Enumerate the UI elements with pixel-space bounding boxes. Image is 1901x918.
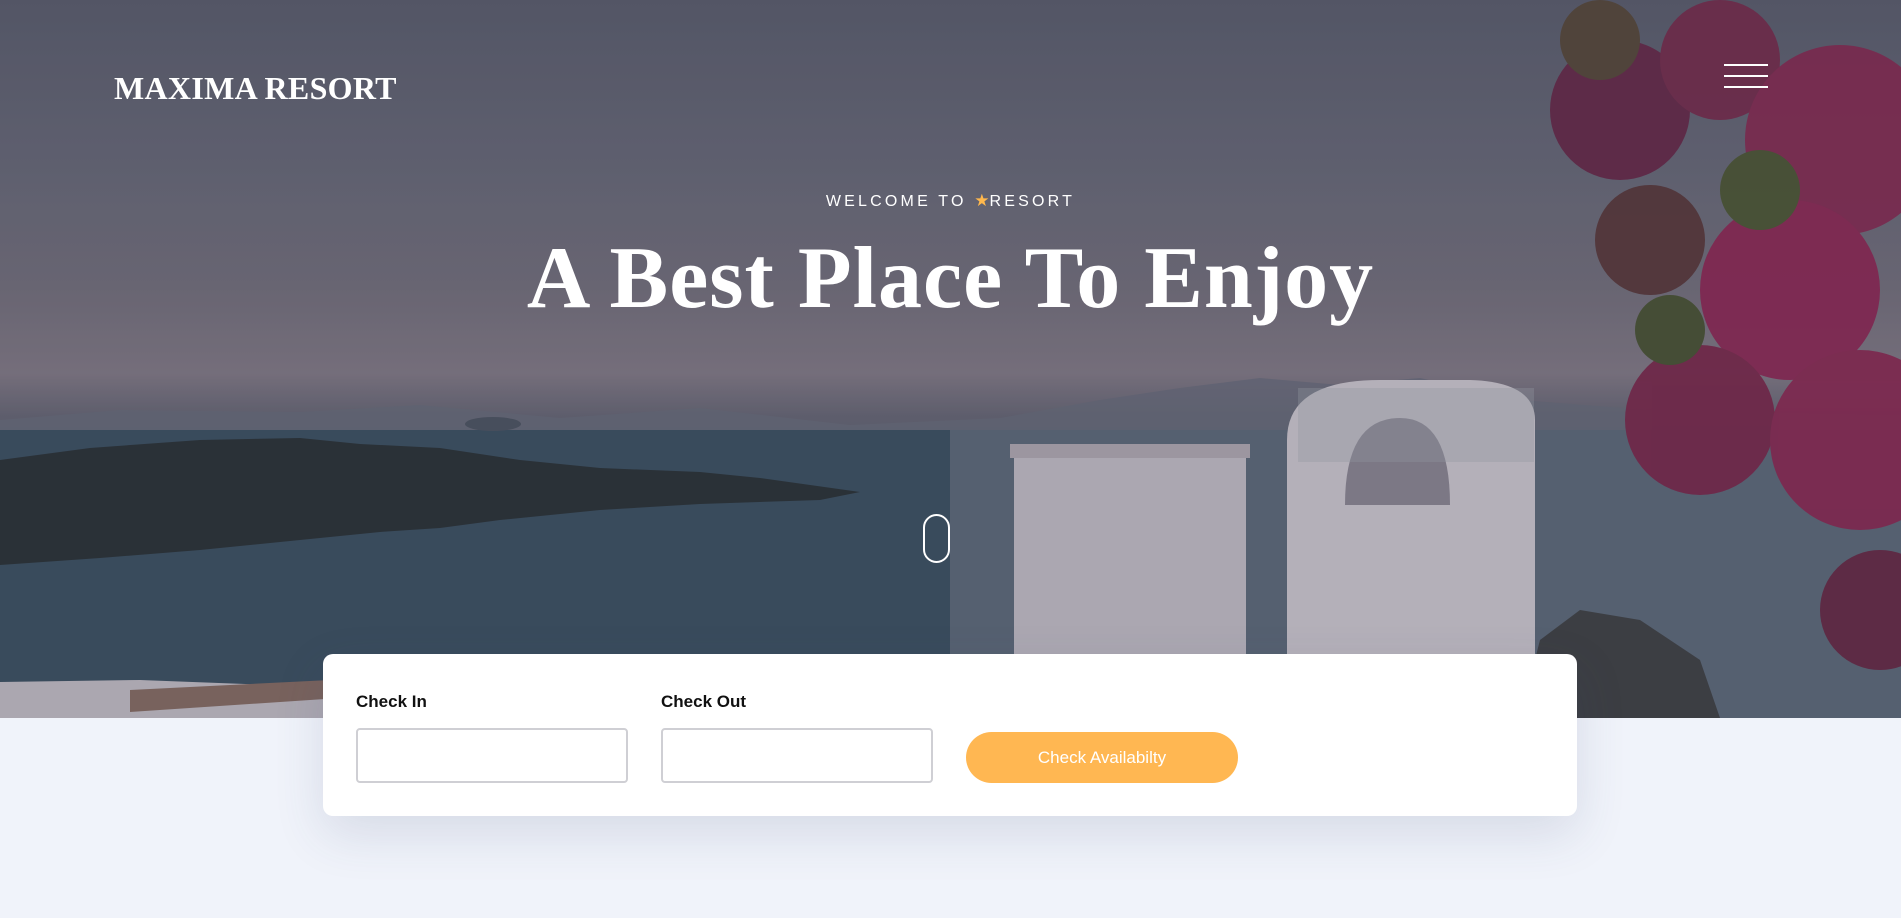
check-out-label: Check Out [661, 692, 747, 711]
scroll-mouse-icon[interactable] [923, 514, 950, 563]
check-in-input[interactable] [356, 728, 628, 783]
welcome-tagline: WELCOME TO ★RESORT [0, 191, 1901, 211]
check-out-input[interactable] [661, 728, 933, 783]
check-availability-button[interactable]: Check Availabilty [966, 732, 1238, 783]
hero-headline: A Best Place To Enjoy [526, 230, 1375, 327]
page: MAXIMA RESORT WELCOME TO ★RESORT A Best … [0, 0, 1901, 918]
hamburger-icon [1724, 64, 1768, 66]
star-icon: ★ [974, 191, 990, 210]
hero-section: MAXIMA RESORT WELCOME TO ★RESORT A Best … [0, 0, 1901, 718]
hero-overlay [0, 0, 1901, 718]
check-in-label: Check In [356, 692, 427, 711]
booking-form: Check In Check Out Check Availabilty [323, 654, 1577, 816]
welcome-suffix: RESORT [989, 193, 1076, 210]
welcome-prefix: WELCOME TO [825, 193, 975, 210]
hamburger-menu-button[interactable] [1724, 62, 1768, 92]
site-logo[interactable]: MAXIMA RESORT [114, 70, 397, 107]
